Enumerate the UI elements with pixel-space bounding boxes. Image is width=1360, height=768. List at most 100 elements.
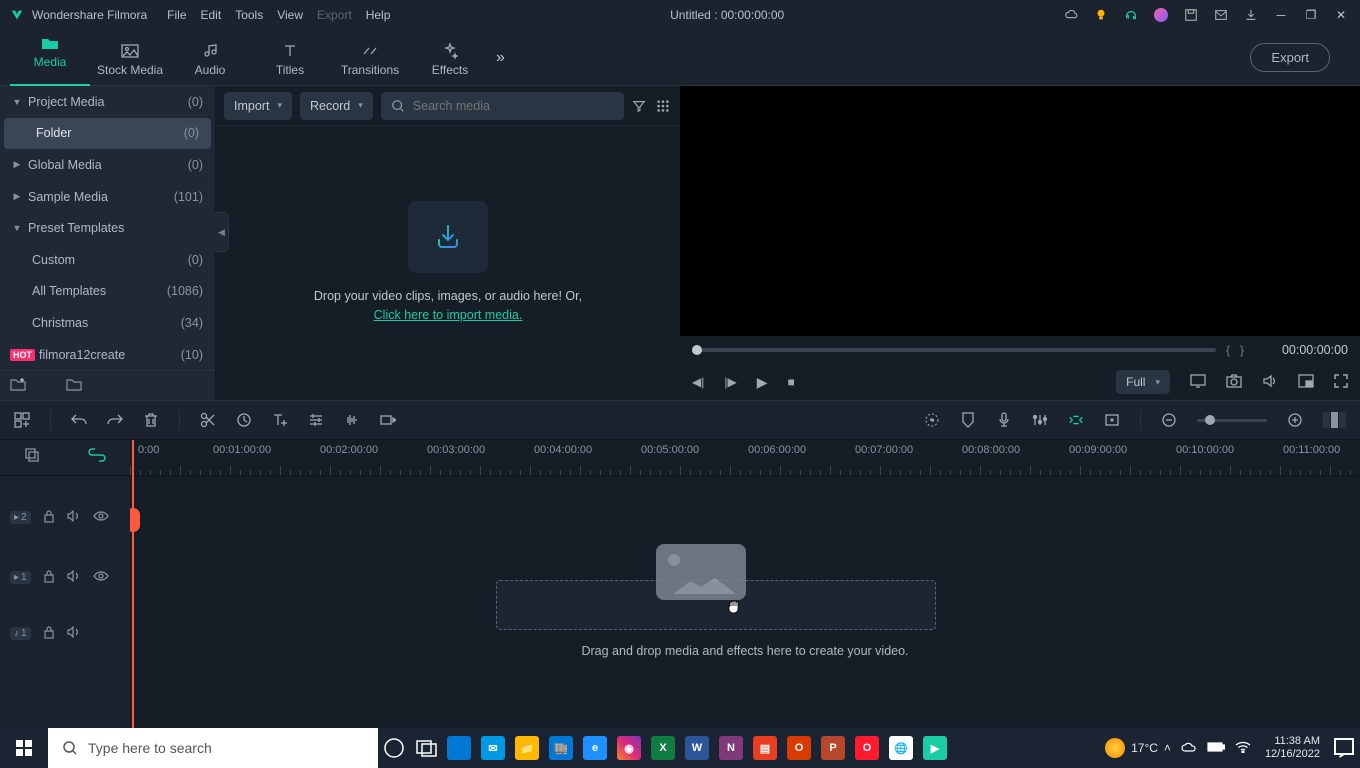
tab-transitions[interactable]: Transitions	[330, 38, 410, 77]
prev-frame-button[interactable]: ◀|	[692, 375, 704, 389]
mail-icon[interactable]	[1214, 8, 1228, 22]
sidebar-global-media[interactable]: ▶Global Media(0)	[0, 149, 215, 181]
redo-icon[interactable]	[107, 412, 123, 428]
open-folder-icon[interactable]	[66, 377, 82, 394]
close-button[interactable]: ✕	[1334, 8, 1348, 22]
sidebar-christmas[interactable]: Christmas(34)	[0, 307, 215, 339]
taskbar-app[interactable]: ▶	[918, 728, 952, 768]
add-marker-icon[interactable]	[1104, 412, 1120, 428]
next-frame-button[interactable]: |▶	[724, 375, 736, 389]
sidebar-sample-media[interactable]: ▶Sample Media(101)	[0, 181, 215, 213]
headphones-icon[interactable]	[1124, 8, 1138, 22]
pip-icon[interactable]	[1298, 374, 1314, 391]
render-preview-icon[interactable]	[924, 412, 940, 428]
display-icon[interactable]	[1190, 374, 1206, 391]
zoom-in-icon[interactable]	[1287, 412, 1303, 428]
timeline-tracks-area[interactable]: 0:0000:01:00:0000:02:00:0000:03:00:0000:…	[130, 440, 1360, 728]
tab-titles[interactable]: Titles	[250, 38, 330, 77]
quality-select[interactable]: Full▾	[1116, 370, 1170, 394]
sidebar-preset-templates[interactable]: ▼Preset Templates	[0, 212, 215, 244]
stop-button[interactable]: ■	[788, 375, 795, 389]
tab-stock-media[interactable]: Stock Media	[90, 38, 170, 77]
track-audio-1[interactable]: ♪1	[0, 614, 130, 652]
brackets-icon[interactable]: {}	[1226, 343, 1254, 357]
track-size-toggle[interactable]	[1323, 412, 1346, 428]
filter-icon[interactable]	[632, 99, 648, 113]
cortana-icon[interactable]	[378, 728, 410, 768]
tab-media[interactable]: Media	[10, 30, 90, 86]
taskbar-app[interactable]: X	[646, 728, 680, 768]
download-icon[interactable]	[1244, 8, 1258, 22]
fullscreen-icon[interactable]	[1334, 374, 1348, 391]
preview-viewport[interactable]	[680, 86, 1360, 336]
tray-chevron-icon[interactable]: ˄	[1164, 741, 1171, 755]
grid-view-icon[interactable]	[656, 99, 672, 113]
taskbar-app[interactable]: ◉	[612, 728, 646, 768]
save-icon[interactable]	[1184, 8, 1198, 22]
import-media-link[interactable]: Click here to import media.	[374, 308, 523, 322]
timeline-ruler[interactable]: 0:0000:01:00:0000:02:00:0000:03:00:0000:…	[130, 440, 1360, 476]
track-video-1[interactable]: ▸1	[0, 558, 130, 596]
menu-view[interactable]: View	[277, 8, 303, 22]
zoom-out-icon[interactable]	[1161, 412, 1177, 428]
tab-audio[interactable]: Audio	[170, 38, 250, 77]
taskbar-app[interactable]: 🏬	[544, 728, 578, 768]
start-button[interactable]	[0, 728, 48, 768]
volume-icon[interactable]	[1262, 374, 1278, 391]
notifications-icon[interactable]	[1328, 728, 1360, 768]
taskbar-app[interactable]	[442, 728, 476, 768]
lock-icon[interactable]	[43, 509, 55, 526]
minimize-button[interactable]: ─	[1274, 8, 1288, 22]
onedrive-icon[interactable]	[1181, 741, 1197, 756]
mute-icon[interactable]	[67, 510, 81, 525]
mixer-icon[interactable]	[1032, 412, 1048, 428]
visibility-icon[interactable]	[93, 571, 109, 584]
menu-help[interactable]: Help	[366, 8, 391, 22]
sidebar-folder[interactable]: Folder(0)	[4, 118, 211, 150]
play-button[interactable]: ▶	[757, 374, 768, 391]
cloud-icon[interactable]	[1064, 8, 1078, 22]
search-input[interactable]	[413, 99, 614, 113]
weather-widget[interactable]: 17°C	[1105, 738, 1158, 758]
menu-tools[interactable]: Tools	[235, 8, 263, 22]
visibility-icon[interactable]	[93, 511, 109, 524]
taskbar-app[interactable]: O	[850, 728, 884, 768]
taskbar-app[interactable]: O	[782, 728, 816, 768]
maximize-button[interactable]: ❐	[1304, 8, 1318, 22]
mute-icon[interactable]	[67, 626, 81, 641]
system-tray[interactable]: ˄	[1158, 741, 1257, 756]
lock-icon[interactable]	[43, 569, 55, 586]
sidebar-project-media[interactable]: ▼Project Media(0)	[0, 86, 215, 118]
link-icon[interactable]	[88, 448, 106, 467]
sidebar-filmora12create[interactable]: HOTfilmora12create(10)	[0, 339, 215, 371]
split-icon[interactable]	[200, 412, 216, 428]
taskbar-app[interactable]: 📁	[510, 728, 544, 768]
marker-shield-icon[interactable]	[960, 412, 976, 428]
more-tabs-button[interactable]: »	[496, 49, 505, 67]
new-folder-icon[interactable]	[10, 377, 26, 394]
preview-scrubber[interactable]	[692, 348, 1216, 352]
sidebar-all-templates[interactable]: All Templates(1086)	[0, 276, 215, 308]
record-dropdown[interactable]: Record▾	[300, 92, 373, 120]
taskbar-app[interactable]: e	[578, 728, 612, 768]
adjust-icon[interactable]	[308, 412, 324, 428]
undo-icon[interactable]	[71, 412, 87, 428]
taskbar-app[interactable]: W	[680, 728, 714, 768]
taskbar-app[interactable]: ✉	[476, 728, 510, 768]
tab-effects[interactable]: Effects	[410, 38, 490, 77]
keyframe-icon[interactable]	[380, 412, 396, 428]
lightbulb-icon[interactable]	[1094, 8, 1108, 22]
voiceover-icon[interactable]	[996, 412, 1012, 428]
snapshot-icon[interactable]	[1226, 374, 1242, 391]
track-video-2[interactable]: ▸2	[0, 498, 130, 536]
collapse-sidebar-button[interactable]: ◀	[215, 212, 229, 252]
add-track-icon[interactable]	[14, 412, 30, 428]
taskbar-app[interactable]: P	[816, 728, 850, 768]
search-media[interactable]	[381, 92, 624, 120]
zoom-slider[interactable]	[1197, 419, 1267, 422]
taskbar-app[interactable]: ▤	[748, 728, 782, 768]
menu-file[interactable]: File	[167, 8, 186, 22]
taskbar-app[interactable]: 🌐	[884, 728, 918, 768]
wifi-icon[interactable]	[1235, 741, 1251, 756]
export-button[interactable]: Export	[1250, 43, 1330, 72]
